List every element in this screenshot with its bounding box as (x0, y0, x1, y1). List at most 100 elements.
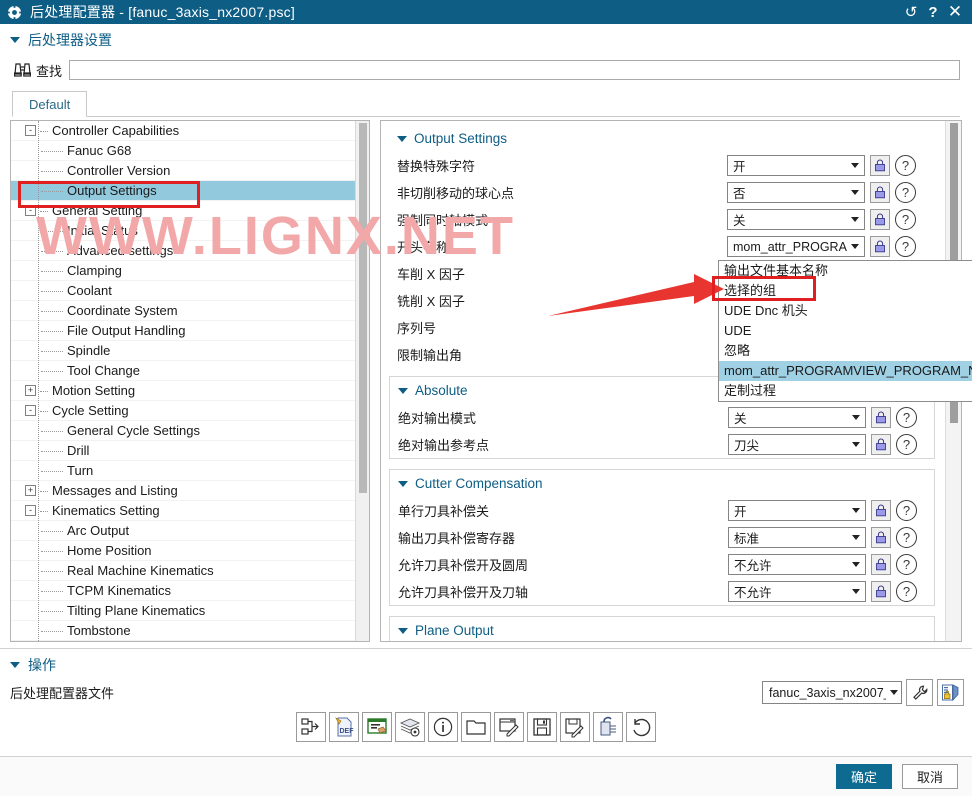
help-icon[interactable]: ? (895, 182, 916, 203)
help-icon[interactable]: ? (896, 554, 917, 575)
refresh-icon[interactable]: ↺ (900, 1, 922, 23)
find-input[interactable] (69, 60, 960, 80)
setting-dropdown[interactable]: 否 (727, 182, 865, 203)
help-icon[interactable]: ? (896, 434, 917, 455)
lock-icon[interactable] (870, 155, 890, 176)
tree-item[interactable]: Fanuc G68 (11, 141, 355, 161)
help-icon[interactable]: ? (896, 500, 917, 521)
close-icon[interactable]: ✕ (944, 1, 966, 23)
tab-default[interactable]: Default (12, 91, 88, 117)
group-header[interactable]: Plane Output (390, 617, 934, 641)
tree-item[interactable]: General Cycle Settings (11, 421, 355, 441)
info-icon[interactable] (428, 712, 458, 742)
collapse-icon[interactable]: - (25, 205, 36, 216)
setting-dropdown[interactable]: 开 (727, 155, 865, 176)
tree-item[interactable]: Tombstone (11, 621, 355, 641)
tree-item[interactable]: Tool Change (11, 361, 355, 381)
setting-dropdown[interactable]: 关 (727, 209, 865, 230)
def-file-icon[interactable]: DEF (329, 712, 359, 742)
dropdown-option[interactable]: 输出文件基本名称 (719, 261, 972, 281)
tree-item[interactable]: Clamping (11, 261, 355, 281)
dropdown-option[interactable]: UDE Dnc 机头 (719, 301, 972, 321)
wrench-icon[interactable] (906, 679, 933, 706)
lock-icon[interactable] (870, 209, 890, 230)
setting-dropdown[interactable]: 刀尖 (728, 434, 866, 455)
settings-group: Plane Output (389, 616, 935, 641)
operations-header[interactable]: 操作 (0, 649, 972, 677)
lock-icon[interactable] (871, 527, 891, 548)
save-icon[interactable] (527, 712, 557, 742)
lock-icon[interactable] (871, 500, 891, 521)
setting-dropdown[interactable]: 关 (728, 407, 866, 428)
tree-item[interactable]: - Kinematics Setting (11, 501, 355, 521)
tree-item[interactable]: Coolant (11, 281, 355, 301)
tree-item[interactable]: + Messages and Listing (11, 481, 355, 501)
tree-item[interactable]: - General Setting (11, 201, 355, 221)
tree-item[interactable]: Arc Output (11, 521, 355, 541)
secure-document-icon[interactable] (937, 679, 964, 706)
help-icon[interactable]: ? (922, 1, 944, 23)
tree-item[interactable]: File Output Handling (11, 321, 355, 341)
tree-item[interactable]: Advanced settings (11, 241, 355, 261)
tree-item[interactable]: - Cycle Setting (11, 401, 355, 421)
help-icon[interactable]: ? (896, 407, 917, 428)
group-header[interactable]: Cutter Compensation (390, 470, 934, 497)
cancel-button[interactable]: 取消 (902, 764, 958, 789)
window-new-icon[interactable] (494, 712, 524, 742)
dropdown-option[interactable]: 忽略 (719, 341, 972, 361)
layers-settings-icon[interactable] (395, 712, 425, 742)
collapse-icon[interactable]: - (25, 505, 36, 516)
tree-item[interactable]: + Motion Setting (11, 381, 355, 401)
window-edit-icon[interactable] (362, 712, 392, 742)
expand-icon[interactable]: + (25, 385, 36, 396)
flowchart-export-icon[interactable] (296, 712, 326, 742)
tree-item[interactable]: Home Position (11, 541, 355, 561)
help-icon[interactable]: ? (896, 581, 917, 602)
setting-dropdown[interactable]: 不允许 (728, 554, 866, 575)
tree-item[interactable]: Controller Version (11, 161, 355, 181)
collapse-icon[interactable]: - (25, 125, 36, 136)
save-as-icon[interactable] (560, 712, 590, 742)
tree-item[interactable]: Turn (11, 461, 355, 481)
tree-item[interactable]: Drill (11, 441, 355, 461)
tree-item[interactable]: Tilting Plane Kinematics (11, 601, 355, 621)
help-icon[interactable]: ? (895, 209, 916, 230)
help-icon[interactable]: ? (895, 236, 916, 257)
lock-icon[interactable] (870, 236, 890, 257)
setting-dropdown[interactable]: 开 (728, 500, 866, 521)
begin-name-dropdown-list[interactable]: 输出文件基本名称 选择的组 UDE Dnc 机头 UDE 忽略 mom_attr_PROG… (718, 260, 972, 402)
group-header[interactable]: Output Settings (389, 125, 935, 152)
help-icon[interactable]: ? (896, 527, 917, 548)
lock-icon[interactable] (870, 182, 890, 203)
tree-item[interactable]: Spindle (11, 341, 355, 361)
tree-item[interactable]: - Controller Capabilities (11, 121, 355, 141)
copy-paste-icon[interactable] (593, 712, 623, 742)
undo-icon[interactable] (626, 712, 656, 742)
tree-item[interactable]: TCPM Kinematics (11, 581, 355, 601)
expand-icon[interactable]: + (25, 485, 36, 496)
tree-item[interactable]: Initial Status (11, 221, 355, 241)
lock-icon[interactable] (871, 434, 891, 455)
collapse-icon[interactable]: - (25, 405, 36, 416)
tree-scrollbar[interactable] (355, 121, 369, 641)
setting-dropdown[interactable]: 不允许 (728, 581, 866, 602)
lock-icon[interactable] (871, 554, 891, 575)
help-icon[interactable]: ? (895, 155, 916, 176)
tree-item[interactable]: Real Machine Kinematics (11, 561, 355, 581)
dropdown-option[interactable]: 定制过程 (719, 381, 972, 401)
tree-item[interactable]: Coordinate System (11, 301, 355, 321)
dropdown-option[interactable]: mom_attr_PROGRAMVIEW_PROGRAM_NU (719, 361, 972, 381)
settings-tree[interactable]: - Controller Capabilities Fanuc G68 Control… (11, 121, 355, 641)
lock-icon[interactable] (871, 581, 891, 602)
tree-scrollbar-thumb[interactable] (359, 123, 367, 493)
setting-dropdown[interactable]: 标准 (728, 527, 866, 548)
file-select[interactable]: fanuc_3axis_nx2007_ (762, 681, 902, 704)
lock-icon[interactable] (871, 407, 891, 428)
tree-item[interactable]: Output Settings (11, 181, 355, 201)
dropdown-option[interactable]: UDE (719, 321, 972, 341)
setting-dropdown[interactable]: mom_attr_PROGRAM (727, 236, 865, 257)
open-folder-icon[interactable] (461, 712, 491, 742)
postprocessor-settings-header[interactable]: 后处理器设置 (0, 24, 972, 56)
ok-button[interactable]: 确定 (836, 764, 892, 789)
dropdown-option[interactable]: 选择的组 (719, 281, 972, 301)
